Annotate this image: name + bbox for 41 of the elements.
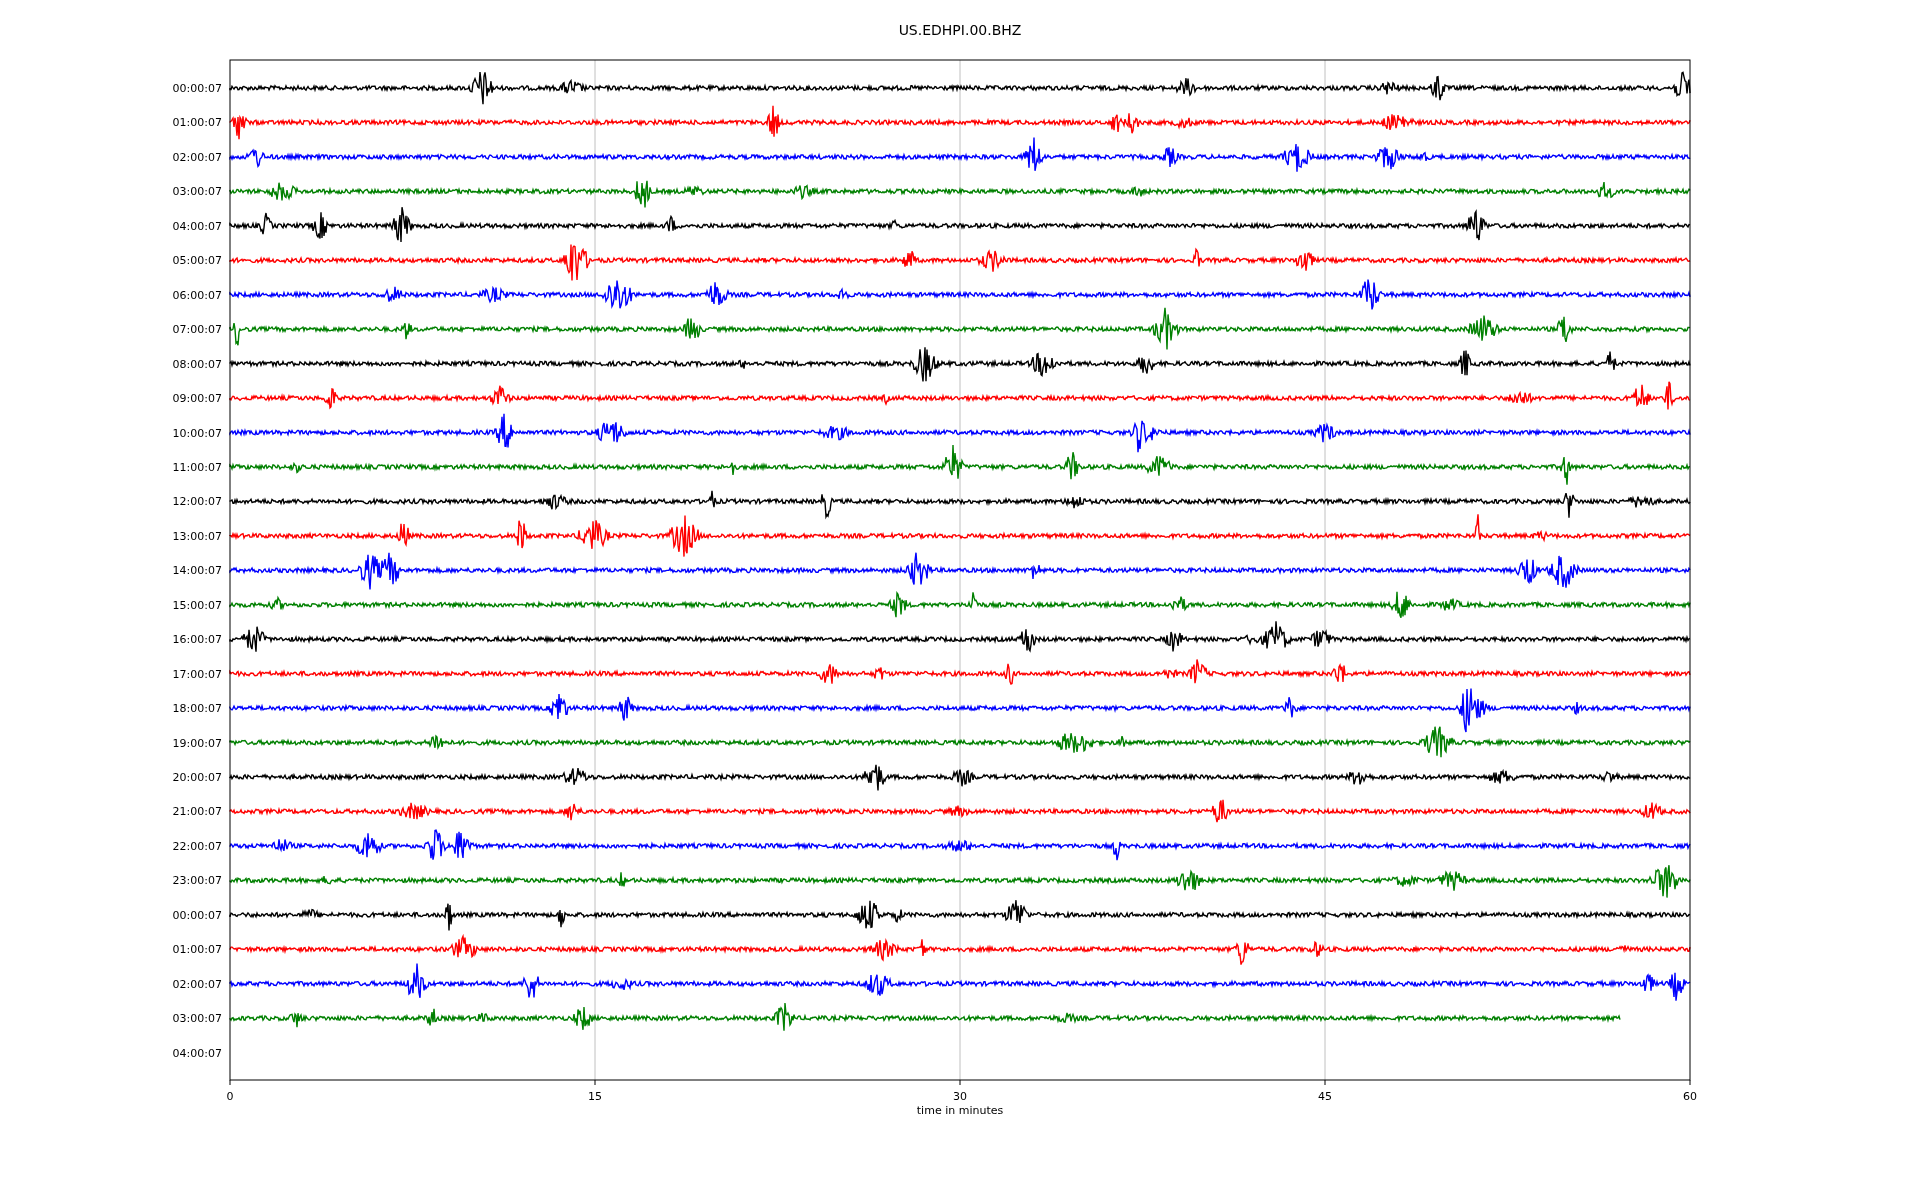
- tick-label: 45: [1318, 1090, 1332, 1103]
- hour-label: 04:00:07: [172, 219, 222, 233]
- hour-label: 08:00:07: [172, 357, 222, 371]
- hour-label: 03:00:07: [172, 1012, 222, 1026]
- tick-mark: [1689, 1079, 1691, 1086]
- hour-label: 13:00:07: [172, 529, 222, 543]
- hour-label: 00:00:07: [172, 908, 222, 922]
- hour-label: 10:00:07: [172, 426, 222, 440]
- hour-label: 00:00:07: [172, 82, 222, 95]
- hour-label: 15:00:07: [172, 598, 222, 612]
- hour-label: 01:00:07: [172, 943, 222, 957]
- hour-label: 03:00:07: [172, 185, 222, 199]
- hour-label: 11:00:07: [172, 460, 222, 474]
- hour-label: 17:00:07: [172, 667, 222, 681]
- tick-label: 60: [1683, 1090, 1697, 1103]
- tick-label: 0: [226, 1090, 234, 1103]
- tick-label: 30: [953, 1090, 967, 1103]
- hour-label: 01:00:07: [172, 116, 222, 130]
- hour-label: 02:00:07: [172, 150, 222, 164]
- hour-label: 02:00:07: [172, 977, 222, 991]
- axis-label: time in minutes: [916, 1104, 1004, 1117]
- tick-mark: [1324, 1079, 1326, 1086]
- hour-label: 22:00:07: [172, 839, 222, 853]
- hour-label: 12:00:07: [172, 495, 222, 509]
- tick-mark: [229, 1079, 231, 1086]
- hour-label: 06:00:07: [172, 288, 222, 302]
- hour-label: 20:00:07: [172, 771, 222, 784]
- hour-label: 09:00:07: [172, 392, 222, 406]
- hour-label: 14:00:07: [172, 564, 222, 578]
- tick-label: 15: [588, 1090, 602, 1103]
- hour-label: 05:00:07: [172, 254, 222, 268]
- tick-mark: [594, 1079, 596, 1086]
- hour-label: 23:00:07: [172, 874, 222, 888]
- hour-label: 16:00:07: [172, 633, 222, 647]
- hour-label: 21:00:07: [172, 805, 222, 819]
- hour-label: 18:00:07: [172, 702, 222, 716]
- hour-label: 07:00:07: [172, 323, 222, 337]
- hour-label: 04:00:07: [172, 1046, 222, 1060]
- chart-title: US.EDHPI.00.BHZ: [898, 22, 1022, 38]
- hour-label: 19:00:07: [172, 736, 222, 750]
- tick-mark: [959, 1079, 961, 1086]
